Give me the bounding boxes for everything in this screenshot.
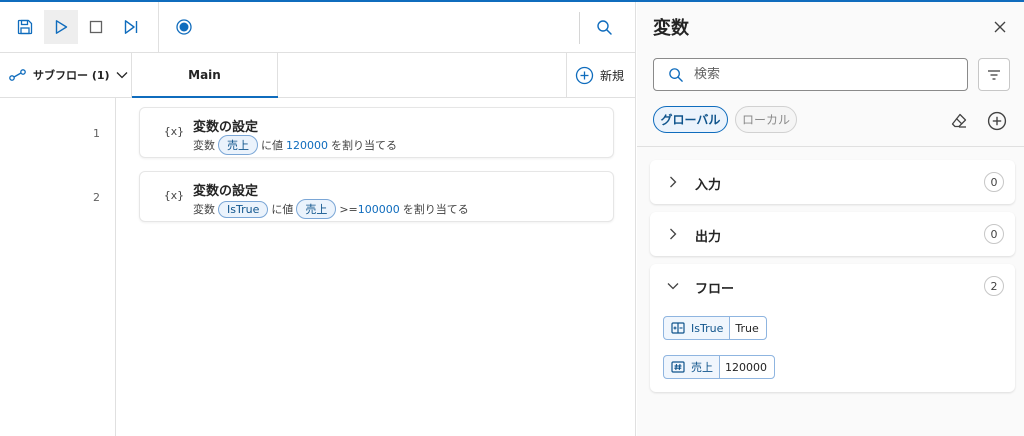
clear-button[interactable] xyxy=(949,111,969,131)
eraser-icon xyxy=(951,113,967,128)
active-tab-indicator xyxy=(132,96,278,98)
toggle-global[interactable]: グローバル xyxy=(653,106,728,133)
search-button[interactable] xyxy=(587,10,621,44)
count-badge: 0 xyxy=(984,172,1004,192)
section-flow: フロー 2 IsTrue True 売上 120000 xyxy=(650,264,1015,392)
variable-chip: IsTrue xyxy=(218,200,269,218)
count-badge: 2 xyxy=(984,276,1004,296)
save-button[interactable] xyxy=(8,10,42,44)
toggle-local[interactable]: ローカル xyxy=(735,106,797,133)
tab-main[interactable]: Main xyxy=(132,53,278,98)
run-next-action-button[interactable] xyxy=(114,10,148,44)
action-set-variable[interactable]: {x} 変数の設定 変数 IsTrue に値 売上 >= 100000 を割り当て… xyxy=(139,171,614,222)
toolbar xyxy=(0,2,636,53)
chevron-down-icon xyxy=(667,283,679,290)
desc-prefix: 変数 xyxy=(193,203,215,216)
new-subflow-button[interactable]: 新規 xyxy=(566,53,636,97)
stop-icon xyxy=(89,20,103,34)
variables-pane: 変数 グローバル ローカル 入力 0 出力 0 フロー xyxy=(637,2,1024,436)
new-subflow-label: 新規 xyxy=(600,68,625,83)
variable-name-cell: 売上 xyxy=(664,356,720,378)
subflows-dropdown[interactable]: サブフロー (1) xyxy=(0,53,132,97)
line-number: 1 xyxy=(93,127,100,140)
section-output-header[interactable]: 出力 0 xyxy=(650,212,1015,256)
flow-tabs: サブフロー (1) Main 新規 xyxy=(0,53,636,98)
desc-prefix: 変数 xyxy=(193,139,215,152)
assigned-value: 100000 xyxy=(357,202,400,216)
section-input-header[interactable]: 入力 0 xyxy=(650,160,1015,204)
assigned-value: 120000 xyxy=(286,138,328,152)
desc-suffix: を割り当てる xyxy=(331,139,397,152)
variable-action-icon: {x} xyxy=(164,125,184,138)
line-number-gutter: 1 2 xyxy=(0,98,116,436)
boolean-icon xyxy=(671,322,685,334)
add-variable-button[interactable] xyxy=(987,111,1007,131)
action-set-variable[interactable]: {x} 変数の設定 変数 売上 に値 120000 を割り当てる xyxy=(139,107,614,158)
operator: >= xyxy=(339,202,358,216)
close-pane-button[interactable] xyxy=(991,18,1009,36)
desc-suffix: を割り当てる xyxy=(402,203,469,216)
tab-main-label: Main xyxy=(188,68,221,82)
action-description: 変数 IsTrue に値 売上 >= 100000 を割り当てる xyxy=(193,199,469,219)
variable-chip: 売上 xyxy=(218,135,258,155)
flow-variable-item[interactable]: IsTrue True xyxy=(663,316,767,340)
toolbar-divider xyxy=(579,12,580,44)
variable-name: IsTrue xyxy=(691,321,724,335)
save-icon xyxy=(17,19,33,35)
line-number: 2 xyxy=(93,191,100,204)
chevron-down-icon xyxy=(116,72,128,79)
flow-variable-item[interactable]: 売上 120000 xyxy=(663,355,775,379)
chevron-right-icon xyxy=(670,176,677,188)
chevron-right-icon xyxy=(670,228,677,240)
variables-pane-title: 変数 xyxy=(653,18,689,39)
variable-chip: 売上 xyxy=(296,199,337,219)
action-description: 変数 売上 に値 120000 を割り当てる xyxy=(193,135,397,155)
section-label: 出力 xyxy=(695,230,722,245)
action-title: 変数の設定 xyxy=(193,184,259,199)
run-button[interactable] xyxy=(44,10,78,44)
add-circle-icon xyxy=(987,111,1007,131)
variable-search-input[interactable] xyxy=(694,67,944,82)
desc-mid: に値 xyxy=(271,203,294,216)
record-button[interactable] xyxy=(167,10,201,44)
subflow-icon xyxy=(9,69,26,81)
stop-button[interactable] xyxy=(79,10,113,44)
search-icon xyxy=(596,19,612,35)
section-label: フロー xyxy=(695,282,735,297)
play-icon xyxy=(55,20,68,34)
run-next-icon xyxy=(124,20,138,34)
add-circle-icon xyxy=(575,66,594,84)
pane-divider xyxy=(637,146,1024,147)
filter-button[interactable] xyxy=(978,58,1010,91)
section-output: 出力 0 xyxy=(650,212,1015,256)
variable-name: 売上 xyxy=(691,361,713,374)
variable-search-box xyxy=(653,58,968,91)
filter-icon xyxy=(988,69,1000,80)
close-icon xyxy=(994,21,1006,33)
designer-pane: サブフロー (1) Main 新規 1 2 {x} 変数の設定 変数 売上 に値… xyxy=(0,2,636,436)
subflows-label: サブフロー (1) xyxy=(33,69,110,82)
count-badge: 0 xyxy=(984,224,1004,244)
number-icon xyxy=(671,361,685,373)
variable-value: 120000 xyxy=(720,356,774,378)
section-input: 入力 0 xyxy=(650,160,1015,204)
record-icon xyxy=(176,19,192,35)
section-label: 入力 xyxy=(695,178,722,193)
variable-value: True xyxy=(730,317,766,339)
variable-name-cell: IsTrue xyxy=(664,317,731,339)
action-title: 変数の設定 xyxy=(193,120,259,135)
variable-action-icon: {x} xyxy=(164,189,184,202)
toolbar-divider xyxy=(158,2,159,53)
desc-mid: に値 xyxy=(261,139,283,152)
section-flow-header[interactable]: フロー 2 xyxy=(650,264,1015,308)
search-icon xyxy=(669,67,683,82)
